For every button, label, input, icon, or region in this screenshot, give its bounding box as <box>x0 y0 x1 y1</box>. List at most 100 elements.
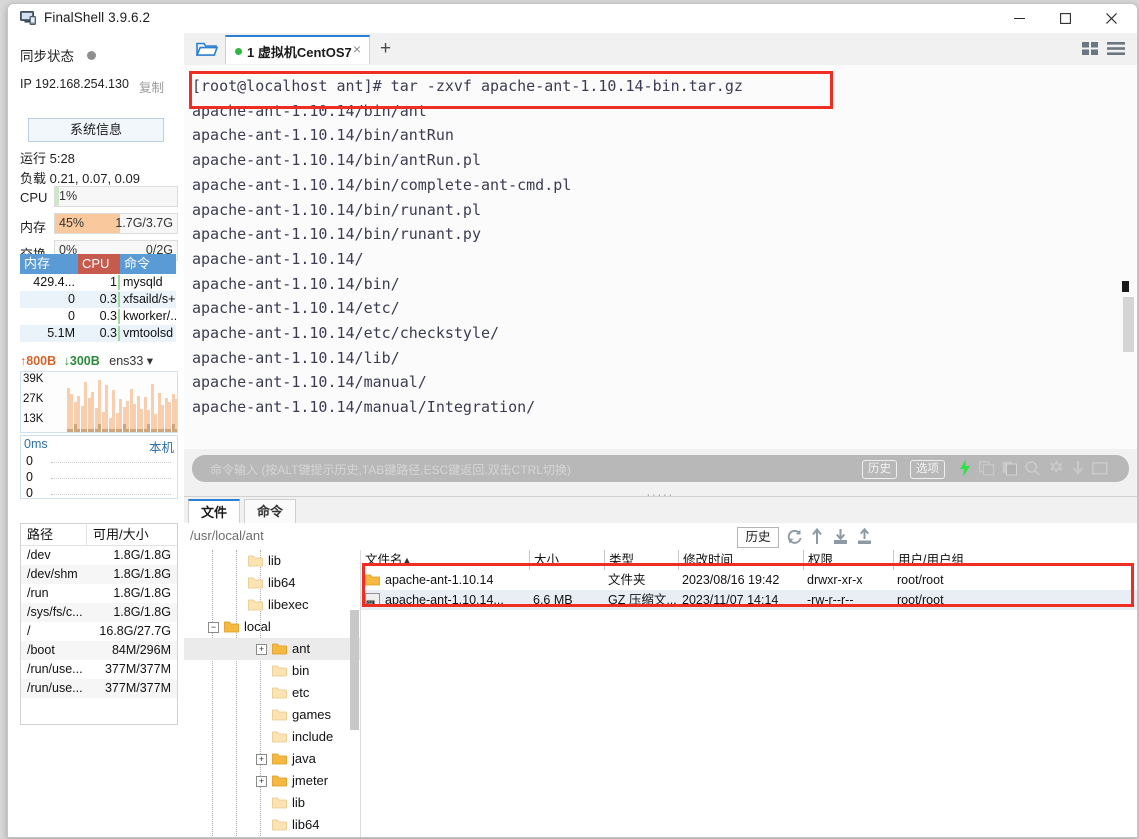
tree-node-lib64[interactable]: lib64 <box>184 572 360 594</box>
terminal-output[interactable]: [root@localhost ant]# tar -zxvf apache-a… <box>184 65 1137 449</box>
path-history-button[interactable]: 历史 <box>737 527 779 548</box>
process-row[interactable]: 5.1M 0.3 vmtoolsd <box>20 325 176 342</box>
process-command: mysqld <box>123 275 163 289</box>
tree-node-ant[interactable]: + ant <box>184 638 360 660</box>
up-arrow-icon[interactable] <box>810 527 824 550</box>
disk-path: /boot <box>27 643 55 657</box>
file-row[interactable]: GZ apache-ant-1.10.14... 6.6 MB GZ 压缩文... 20… <box>361 590 1137 610</box>
current-path[interactable]: /usr/local/ant <box>190 528 264 543</box>
download-icon[interactable] <box>832 528 849 550</box>
close-icon[interactable]: × <box>353 41 361 57</box>
sidebar: 同步状态 IP 192.168.254.130 复制 系统信息 运行 5:28 … <box>8 33 185 837</box>
scrollbar-thumb[interactable] <box>1123 297 1134 352</box>
command-input-bar[interactable]: 命令输入 (按ALT键提示历史,TAB键路径,ESC键返回,双击CTRL切换) … <box>192 455 1129 482</box>
process-cpu: 1 <box>78 274 120 291</box>
tree-node-lib64[interactable]: lib64 <box>184 814 360 836</box>
grid-view-icon[interactable] <box>1082 41 1099 61</box>
search-icon[interactable] <box>1025 461 1041 481</box>
lightning-icon[interactable] <box>959 459 971 482</box>
open-folder-icon[interactable] <box>195 40 219 63</box>
command-options-button[interactable]: 选项 <box>910 460 945 479</box>
disk-table-header: 路径 可用/大小 <box>21 524 177 546</box>
disk-row[interactable]: / 16.8G/27.7G <box>21 622 177 641</box>
gear-icon[interactable] <box>1048 460 1064 481</box>
terminal-line: apache-ant-1.10.14/bin/runant.pl <box>192 200 481 219</box>
disk-row[interactable]: /run/use... 377M/377M <box>21 660 177 679</box>
tree-expander-icon[interactable]: + <box>256 644 267 655</box>
file-list[interactable]: 文件名 ▲ 大小 类型 修改时间 权限 用户/用户组 apache-ant-1.… <box>361 550 1137 837</box>
tree-scrollbar-thumb[interactable] <box>350 610 359 730</box>
tree-expander-icon[interactable]: + <box>256 754 267 765</box>
process-row[interactable]: 0 0.3 kworker/... <box>20 308 176 325</box>
tree-node-lib[interactable]: lib <box>184 550 360 572</box>
terminal-scrollbar[interactable] <box>1122 65 1135 449</box>
disk-col-size[interactable]: 可用/大小 <box>87 524 177 545</box>
tree-node-local[interactable]: − local <box>184 616 360 638</box>
upload-icon[interactable] <box>856 527 873 550</box>
column-perm[interactable]: 权限 <box>803 550 893 570</box>
disk-row[interactable]: /sys/fs/c... 1.8G/1.8G <box>21 603 177 622</box>
column-type[interactable]: 类型 <box>604 550 678 570</box>
tab-files[interactable]: 文件 <box>188 499 240 524</box>
tree-node-java[interactable]: + java <box>184 748 360 770</box>
disk-size: 16.8G/27.7G <box>99 624 171 638</box>
folder-icon <box>248 598 263 611</box>
process-row[interactable]: 429.4... 1 mysqld <box>20 274 176 291</box>
column-owner[interactable]: 用户/用户组 <box>893 550 1013 570</box>
copy-icon[interactable] <box>978 460 995 481</box>
directory-tree[interactable]: lib lib64 libexec − local + ant bin etc games incl… <box>184 550 361 837</box>
tree-node-label: jmeter <box>292 773 329 788</box>
folder-icon <box>272 752 287 765</box>
column-size[interactable]: 大小 <box>529 550 604 570</box>
command-history-button[interactable]: 历史 <box>862 460 897 479</box>
column-mtime[interactable]: 修改时间 <box>678 550 803 570</box>
close-button[interactable] <box>1091 4 1137 33</box>
disk-row[interactable]: /run/use... 377M/377M <box>21 679 177 698</box>
process-cpu: 0.3 <box>78 308 120 325</box>
refresh-icon[interactable] <box>786 528 803 550</box>
session-tab[interactable]: 1 虚拟机CentOS7 × <box>225 35 370 64</box>
tree-node-libexec[interactable]: libexec <box>184 594 360 616</box>
tree-node-jmeter[interactable]: + jmeter <box>184 770 360 792</box>
latency-chart: 0ms 本机 0 0 0 <box>20 435 178 499</box>
process-row[interactable]: 0 0.3 xfsaild/s+ <box>20 291 176 308</box>
tree-expander-icon[interactable]: + <box>256 776 267 787</box>
file-row[interactable]: apache-ant-1.10.14 文件夹 2023/08/16 19:42 drw… <box>361 570 1137 590</box>
tree-node-games[interactable]: games <box>184 704 360 726</box>
maximize-button[interactable] <box>1045 4 1091 33</box>
process-col-command[interactable]: 命令 <box>120 254 176 274</box>
terminal-line: apache-ant-1.10.14/bin/runant.py <box>192 225 481 244</box>
download-icon[interactable] <box>1071 460 1085 481</box>
disk-col-path[interactable]: 路径 <box>21 524 87 545</box>
disk-row[interactable]: /dev 1.8G/1.8G <box>21 546 177 565</box>
process-col-cpu[interactable]: CPU <box>78 254 120 274</box>
tree-node-bin[interactable]: bin <box>184 660 360 682</box>
tree-expander-icon[interactable]: − <box>208 622 219 633</box>
minimize-button[interactable] <box>999 4 1045 33</box>
process-col-memory[interactable]: 内存 <box>20 254 78 274</box>
disk-row[interactable]: /dev/shm 1.8G/1.8G <box>21 565 177 584</box>
new-tab-button[interactable]: + <box>380 39 391 58</box>
tab-commands[interactable]: 命令 <box>244 499 296 524</box>
disk-usage-table: 路径 可用/大小 /dev 1.8G/1.8G/dev/shm 1.8G/1.8G /… <box>20 523 178 725</box>
tree-node-libexec[interactable]: libexec <box>184 836 360 837</box>
list-view-icon[interactable] <box>1107 41 1125 61</box>
system-info-button[interactable]: 系统信息 <box>28 118 164 142</box>
tree-node-lib[interactable]: lib <box>184 792 360 814</box>
tree-node-include[interactable]: include <box>184 726 360 748</box>
column-filename[interactable]: 文件名 ▲ <box>361 550 529 570</box>
scrollbar-marker <box>1122 281 1129 292</box>
file-owner: root/root <box>897 593 944 607</box>
terminal-line: apache-ant-1.10.14/bin/complete-ant-cmd.… <box>192 175 572 194</box>
terminal-line: apache-ant-1.10.14/ <box>192 249 364 268</box>
disk-row[interactable]: /boot 84M/296M <box>21 641 177 660</box>
file-type: 文件夹 <box>608 573 646 587</box>
window-icon[interactable] <box>1091 461 1108 480</box>
folder-icon <box>248 554 263 567</box>
tree-node-etc[interactable]: etc <box>184 682 360 704</box>
paste-icon[interactable] <box>1002 461 1018 481</box>
process-memory: 0 <box>68 292 75 306</box>
copy-ip-button[interactable]: 复制 <box>139 77 164 96</box>
disk-row[interactable]: /run 1.8G/1.8G <box>21 584 177 603</box>
network-interface[interactable]: ens33 ▾ <box>109 354 153 368</box>
